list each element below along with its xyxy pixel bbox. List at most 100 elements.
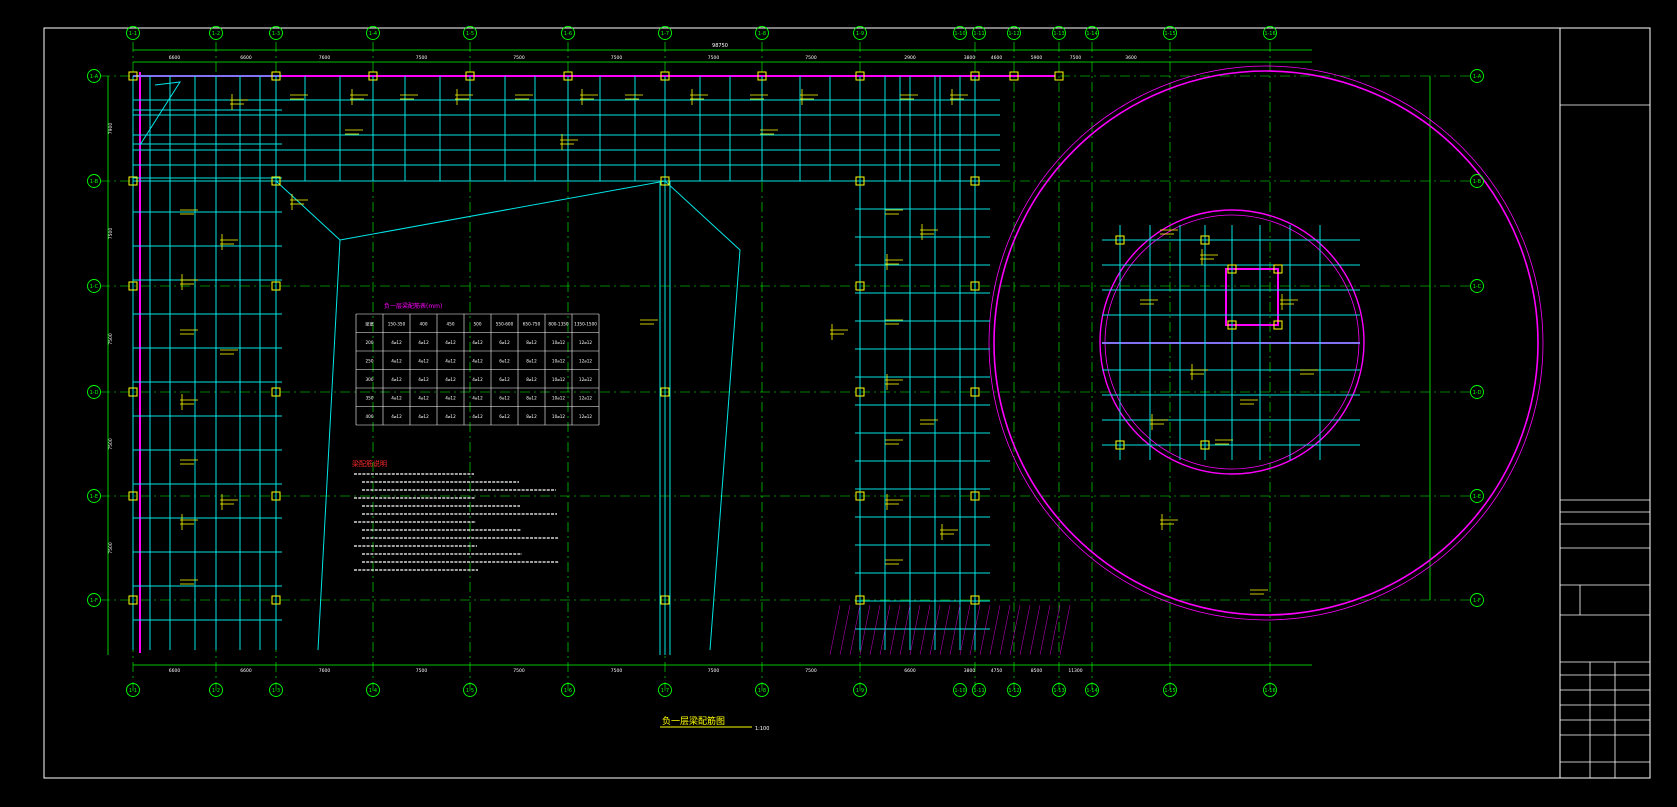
table-header: 650-750 [523,321,541,326]
dimension-left: 7500 [108,228,114,240]
dimension-left: 7900 [108,123,114,135]
table-cell: 4⌀12 [472,377,483,382]
table-cell: 4⌀12 [418,340,429,345]
axis-label-left: 1-D [90,390,99,396]
table-header: 800-1350 [548,321,568,326]
table-cell: 8⌀12 [526,414,537,419]
dimension-top: 3600 [1125,55,1137,61]
table-header: 450 [447,321,455,326]
table-cell: 4⌀12 [472,414,483,419]
table-cell: 8⌀12 [526,377,537,382]
table-header: 1350-1500 [574,321,597,326]
table-title: 负一层梁配筋表(mm) [384,302,442,310]
axis-label-top: 1-2 [212,31,220,37]
dimension-top: 2900 [904,55,916,61]
axis-label-bottom: 1-3 [272,688,280,694]
table-cell: 8⌀12 [526,395,537,400]
dimension-top: 7500 [416,55,428,61]
axis-label-right: 1-E [1473,494,1481,500]
dimension-left: 7500 [108,438,114,450]
drawing-scale: 1:100 [755,726,769,732]
axis-label-bottom: 1-8 [758,688,766,694]
axis-label-bottom: 1-10 [954,688,965,694]
dimension-left: 7500 [108,542,114,554]
dimension-bottom: 7500 [416,668,428,674]
dimension-top: 6600 [169,55,181,61]
axis-label-left: 1-C [90,284,99,290]
axis-label-top: 1-14 [1086,31,1097,37]
overall-dimension: 98750 [712,43,728,49]
axis-label-right: 1-D [1473,390,1482,396]
dimension-top: 4600 [991,55,1003,61]
table-cell: 4⌀12 [391,395,402,400]
axis-label-bottom: 1-16 [1264,688,1275,694]
dimension-top: 7500 [708,55,720,61]
table-cell: 4⌀12 [418,377,429,382]
dimension-top: 5900 [1031,55,1043,61]
table-cell: 400 [366,414,374,419]
table-cell: 200 [366,340,374,345]
table-cell: 10⌀12 [552,414,566,419]
table-cell: 4⌀12 [472,395,483,400]
table-cell: 300 [366,377,374,382]
axis-label-left: 1-E [90,494,98,500]
table-cell: 350 [366,395,374,400]
axis-label-left: 1-B [90,179,99,185]
dimension-bottom: 7600 [319,668,331,674]
table-cell: 4⌀12 [418,395,429,400]
table-header: 梁宽 [365,320,374,327]
axis-label-bottom: 1-9 [856,688,864,694]
axis-label-top: 1-10 [954,31,965,37]
axis-label-bottom: 1-6 [564,688,572,694]
table-cell: 10⌀12 [552,358,566,363]
axis-label-right: 1-F [1473,598,1481,604]
dimension-bottom: 3800 [964,668,976,674]
axis-label-right: 1-A [1473,74,1482,80]
axis-label-right: 1-C [1473,284,1482,290]
dimension-bottom: 8500 [1031,668,1043,674]
table-cell: 4⌀12 [391,377,402,382]
axis-label-top: 1-3 [272,31,280,37]
table-cell: 6⌀12 [499,340,510,345]
table-cell: 4⌀12 [445,358,456,363]
dimension-bottom: 7500 [708,668,720,674]
axis-label-top: 1-8 [758,31,766,37]
axis-label-top: 1-4 [369,31,377,37]
dimension-bottom: 7500 [611,668,623,674]
axis-label-bottom: 1-11 [973,688,984,694]
axis-label-top: 1-16 [1264,31,1275,37]
dimension-top: 7600 [319,55,331,61]
table-cell: 12⌀12 [579,395,593,400]
axis-label-bottom: 1-2 [212,688,220,694]
table-cell: 4⌀12 [418,358,429,363]
table-cell: 4⌀12 [418,414,429,419]
table-cell: 8⌀12 [526,340,537,345]
axis-label-top: 1-6 [564,31,572,37]
table-cell: 6⌀12 [499,358,510,363]
dimension-top: 7500 [1070,55,1082,61]
table-cell: 250 [366,358,374,363]
dimension-bottom: 7500 [805,668,817,674]
axis-label-top: 1-12 [1008,31,1019,37]
table-cell: 12⌀12 [579,340,593,345]
dimension-top: 3800 [964,55,976,61]
cad-drawing-canvas[interactable]: 1-1 1-1 1-2 1-2 1-3 1-3 1-4 1-4 1-5 1-5 1-6 1-6 1-7 1… [0,0,1677,807]
axis-label-bottom: 1-13 [1053,688,1064,694]
table-cell: 4⌀12 [445,395,456,400]
axis-label-bottom: 1-12 [1008,688,1019,694]
dimension-bottom: 4750 [991,668,1003,674]
table-cell: 4⌀12 [391,358,402,363]
table-cell: 10⌀12 [552,395,566,400]
table-cell: 6⌀12 [499,377,510,382]
table-cell: 12⌀12 [579,414,593,419]
table-cell: 4⌀12 [391,340,402,345]
axis-label-bottom: 1-14 [1086,688,1097,694]
table-cell: 6⌀12 [499,414,510,419]
axis-label-bottom: 1-7 [661,688,669,694]
axis-label-top: 1-11 [973,31,984,37]
axis-label-top: 1-7 [661,31,669,37]
table-cell: 4⌀12 [391,414,402,419]
axis-label-top: 1-9 [856,31,864,37]
table-cell: 4⌀12 [472,358,483,363]
table-cell: 10⌀12 [552,340,566,345]
